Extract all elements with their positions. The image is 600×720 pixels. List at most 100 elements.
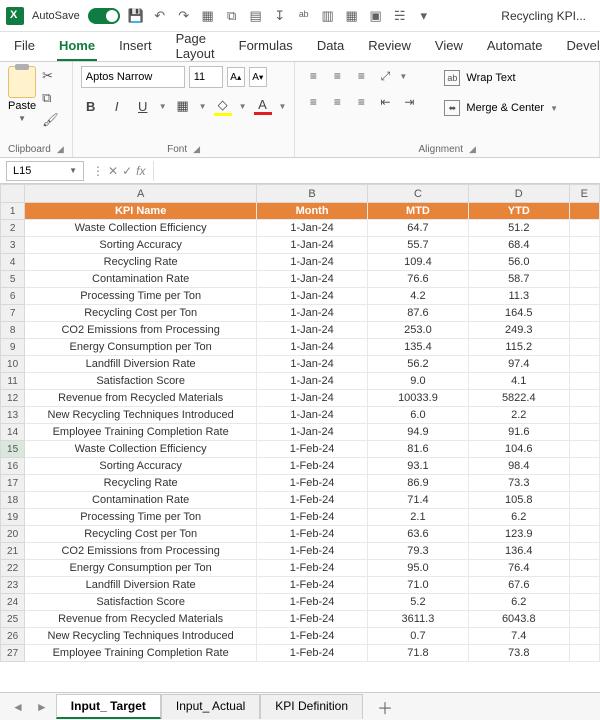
chevron-down-icon[interactable]: ▼: [18, 114, 26, 123]
qat-icon-6[interactable]: ▥: [320, 8, 336, 24]
qat-icon-2[interactable]: ⧉: [224, 8, 240, 24]
cell[interactable]: [569, 577, 599, 594]
cell[interactable]: 81.6: [368, 441, 469, 458]
cell[interactable]: 79.3: [368, 543, 469, 560]
sheet-nav-prev-icon[interactable]: ◄: [8, 700, 28, 714]
qat-icon-1[interactable]: ▦: [200, 8, 216, 24]
cell[interactable]: 135.4: [368, 339, 469, 356]
row-header[interactable]: 19: [1, 509, 25, 526]
row-header[interactable]: 1: [1, 203, 25, 220]
cell[interactable]: 104.6: [468, 441, 569, 458]
cell[interactable]: [569, 390, 599, 407]
row-header[interactable]: 15: [1, 441, 25, 458]
cell[interactable]: 164.5: [468, 305, 569, 322]
cell[interactable]: New Recycling Techniques Introduced: [25, 407, 257, 424]
qat-icon-4[interactable]: ↧: [272, 8, 288, 24]
increase-font-icon[interactable]: A▴: [227, 67, 245, 87]
cell[interactable]: 11.3: [468, 288, 569, 305]
spreadsheet-grid[interactable]: ABCDE1KPI NameMonthMTDYTD2Waste Collecti…: [0, 184, 600, 676]
cell[interactable]: [569, 424, 599, 441]
cell[interactable]: [569, 645, 599, 662]
cell[interactable]: 91.6: [468, 424, 569, 441]
cell[interactable]: 73.3: [468, 475, 569, 492]
row-header[interactable]: 14: [1, 424, 25, 441]
row-header[interactable]: 6: [1, 288, 25, 305]
cell[interactable]: Contamination Rate: [25, 492, 257, 509]
cell[interactable]: Recycling Rate: [25, 475, 257, 492]
cell[interactable]: [569, 322, 599, 339]
row-header[interactable]: 8: [1, 322, 25, 339]
cell[interactable]: 98.4: [468, 458, 569, 475]
cell[interactable]: 86.9: [368, 475, 469, 492]
cell[interactable]: 63.6: [368, 526, 469, 543]
cell[interactable]: 1-Feb-24: [257, 645, 368, 662]
borders-dropdown-icon[interactable]: ▼: [199, 102, 207, 111]
cell[interactable]: 67.6: [468, 577, 569, 594]
borders-button[interactable]: ▦: [173, 96, 193, 116]
cell[interactable]: 95.0: [368, 560, 469, 577]
merge-center-button[interactable]: ⬌Merge & Center ▼: [435, 96, 567, 120]
row-header[interactable]: 24: [1, 594, 25, 611]
sheet-tab[interactable]: Input_ Target: [56, 694, 161, 719]
cell[interactable]: 6.0: [368, 407, 469, 424]
formula-input[interactable]: [153, 161, 600, 181]
cell[interactable]: 1-Jan-24: [257, 356, 368, 373]
cell[interactable]: 6.2: [468, 594, 569, 611]
cell[interactable]: 1-Jan-24: [257, 288, 368, 305]
cell[interactable]: [569, 305, 599, 322]
orientation-dropdown-icon[interactable]: ▼: [399, 72, 407, 81]
wrap-text-button[interactable]: abWrap Text: [435, 66, 567, 90]
paste-button[interactable]: Paste ▼: [8, 66, 36, 123]
cell[interactable]: 1-Feb-24: [257, 594, 368, 611]
orientation-icon[interactable]: ⤢: [375, 66, 395, 86]
row-header[interactable]: 7: [1, 305, 25, 322]
cell[interactable]: 1-Jan-24: [257, 373, 368, 390]
align-left-icon[interactable]: ≡: [303, 92, 323, 112]
format-painter-icon[interactable]: 🖌: [42, 112, 59, 128]
align-bottom-icon[interactable]: ≡: [351, 66, 371, 86]
tab-insert[interactable]: Insert: [117, 32, 154, 61]
cell[interactable]: [569, 560, 599, 577]
cell[interactable]: 253.0: [368, 322, 469, 339]
fill-color-button[interactable]: ◇: [213, 96, 233, 116]
cell[interactable]: New Recycling Techniques Introduced: [25, 628, 257, 645]
header-cell[interactable]: YTD: [468, 203, 569, 220]
cell[interactable]: Revenue from Recycled Materials: [25, 611, 257, 628]
tab-view[interactable]: View: [433, 32, 465, 61]
row-header[interactable]: 23: [1, 577, 25, 594]
cell[interactable]: [569, 288, 599, 305]
name-box[interactable]: L15▼: [6, 161, 84, 181]
cell[interactable]: Satisfaction Score: [25, 373, 257, 390]
cell[interactable]: 55.7: [368, 237, 469, 254]
row-header[interactable]: 2: [1, 220, 25, 237]
cell[interactable]: 4.2: [368, 288, 469, 305]
cell[interactable]: 94.9: [368, 424, 469, 441]
cell[interactable]: 2.1: [368, 509, 469, 526]
cell[interactable]: 71.0: [368, 577, 469, 594]
sheet-tab[interactable]: Input_ Actual: [161, 694, 260, 719]
row-header[interactable]: 3: [1, 237, 25, 254]
cell[interactable]: 115.2: [468, 339, 569, 356]
font-size-input[interactable]: [189, 66, 223, 88]
cell[interactable]: 1-Feb-24: [257, 441, 368, 458]
cell[interactable]: 1-Feb-24: [257, 526, 368, 543]
column-header-D[interactable]: D: [468, 185, 569, 203]
clipboard-launcher-icon[interactable]: ◢: [57, 144, 64, 155]
cell[interactable]: [569, 611, 599, 628]
cell[interactable]: Satisfaction Score: [25, 594, 257, 611]
bold-button[interactable]: B: [81, 96, 101, 116]
cell[interactable]: [569, 203, 599, 220]
row-header[interactable]: 18: [1, 492, 25, 509]
cell[interactable]: 6.2: [468, 509, 569, 526]
fx-icon[interactable]: fx: [136, 164, 145, 178]
cell[interactable]: 93.1: [368, 458, 469, 475]
save-icon[interactable]: 💾: [128, 8, 144, 24]
cell[interactable]: 58.7: [468, 271, 569, 288]
cell[interactable]: [569, 356, 599, 373]
tab-file[interactable]: File: [12, 32, 37, 61]
column-header-E[interactable]: E: [569, 185, 599, 203]
cell[interactable]: Employee Training Completion Rate: [25, 645, 257, 662]
row-header[interactable]: 16: [1, 458, 25, 475]
cell[interactable]: Landfill Diversion Rate: [25, 577, 257, 594]
cell[interactable]: 3611.3: [368, 611, 469, 628]
